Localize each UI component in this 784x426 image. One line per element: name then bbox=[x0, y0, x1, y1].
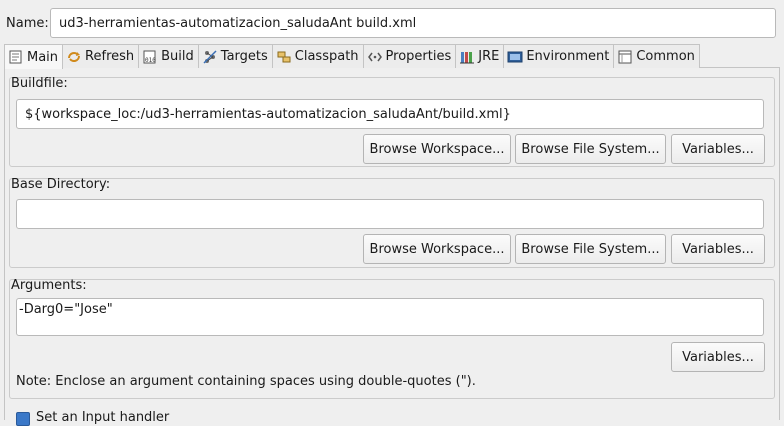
base-directory-group-title: Base Directory: bbox=[11, 177, 111, 192]
name-row: Name: bbox=[6, 8, 50, 38]
build-icon: 010 bbox=[142, 49, 158, 65]
tab-label: Common bbox=[636, 49, 695, 64]
tab-label: Build bbox=[161, 49, 194, 64]
tab-jre[interactable]: JRE bbox=[455, 44, 505, 68]
tab-properties[interactable]: Properties bbox=[362, 44, 457, 68]
jre-icon bbox=[459, 49, 475, 65]
base-directory-browse-workspace-button[interactable]: Browse Workspace... bbox=[363, 234, 511, 264]
buildfile-browse-file-system-button[interactable]: Browse File System... bbox=[515, 134, 666, 164]
tab-main[interactable]: Main bbox=[4, 44, 64, 69]
tab-classpath[interactable]: Classpath bbox=[271, 44, 364, 68]
tab-label: Targets bbox=[220, 49, 268, 64]
name-input[interactable]: ud3-herramientas-automatizacion_saludaAn… bbox=[50, 8, 776, 38]
tab-environment[interactable]: Environment bbox=[503, 44, 615, 68]
base-directory-variables-button[interactable]: Variables... bbox=[671, 234, 765, 264]
tab-refresh[interactable]: Refresh bbox=[62, 44, 140, 68]
refresh-icon bbox=[66, 49, 82, 65]
common-icon bbox=[617, 49, 633, 65]
input-handler-checkbox[interactable] bbox=[16, 412, 30, 426]
tab-bar: Main Refresh 010 Build Targets Classpath… bbox=[4, 44, 780, 69]
input-handler-label: Set an Input handler bbox=[36, 410, 170, 425]
properties-icon bbox=[367, 49, 383, 65]
buildfile-group-title: Buildfile: bbox=[11, 76, 68, 91]
name-label: Name: bbox=[6, 15, 49, 31]
environment-icon bbox=[507, 49, 523, 65]
buildfile-browse-workspace-button[interactable]: Browse Workspace... bbox=[363, 134, 511, 164]
base-directory-browse-file-system-button[interactable]: Browse File System... bbox=[515, 234, 666, 264]
arguments-group-title: Arguments: bbox=[11, 278, 87, 293]
arguments-variables-button[interactable]: Variables... bbox=[671, 342, 765, 372]
tab-targets[interactable]: Targets bbox=[197, 44, 273, 68]
base-directory-group: Base Directory: Browse Workspace... Brow… bbox=[9, 177, 775, 268]
classpath-icon bbox=[276, 49, 292, 65]
tab-label: JRE bbox=[478, 49, 500, 64]
tab-build[interactable]: 010 Build bbox=[138, 44, 199, 68]
arguments-note: Note: Enclose an argument containing spa… bbox=[16, 374, 476, 389]
buildfile-group: Buildfile: ${workspace_loc:/ud3-herramie… bbox=[9, 76, 775, 167]
svg-text:010: 010 bbox=[145, 57, 156, 64]
tab-label: Environment bbox=[526, 49, 610, 64]
buildfile-input[interactable]: ${workspace_loc:/ud3-herramientas-automa… bbox=[16, 99, 764, 129]
targets-icon bbox=[202, 49, 218, 65]
arguments-group: Arguments: -Darg0="Jose" Variables... No… bbox=[9, 278, 775, 399]
buildfile-variables-button[interactable]: Variables... bbox=[671, 134, 765, 164]
tab-label: Main bbox=[27, 49, 59, 65]
tab-label: Classpath bbox=[294, 49, 359, 64]
base-directory-input[interactable] bbox=[16, 199, 764, 229]
tab-common[interactable]: Common bbox=[613, 44, 700, 68]
arguments-textarea[interactable]: -Darg0="Jose" bbox=[16, 298, 764, 336]
tab-label: Properties bbox=[385, 49, 452, 64]
main-tab-icon bbox=[8, 49, 24, 65]
tab-label: Refresh bbox=[85, 49, 135, 64]
